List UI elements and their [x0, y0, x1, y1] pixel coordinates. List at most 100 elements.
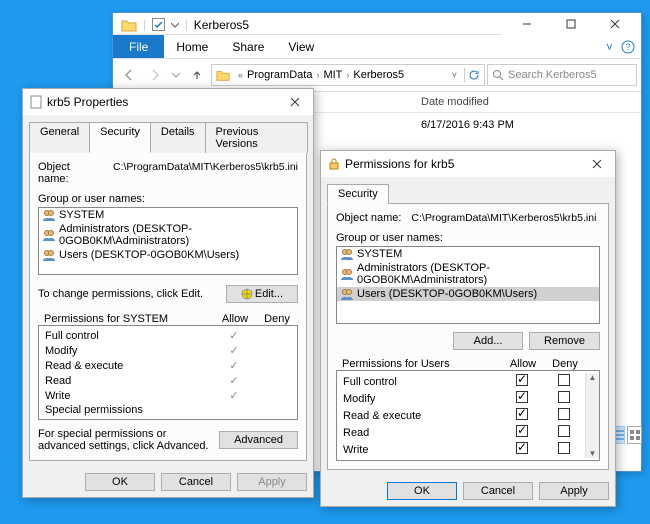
perm-row: Read✓ [39, 373, 297, 388]
breadcrumb[interactable]: « ProgramData› MIT› Kerberos5 ˅ [211, 64, 485, 86]
col-date[interactable]: Date modified [413, 92, 498, 112]
tab-security[interactable]: Security [327, 184, 389, 204]
dropdown-icon[interactable] [171, 21, 179, 29]
view-large-icon[interactable] [627, 426, 642, 444]
allow-header: Allow [502, 358, 544, 370]
ribbon-share[interactable]: Share [220, 36, 276, 58]
close-button[interactable] [593, 10, 637, 38]
ribbon-expand-icon[interactable]: ˅ [598, 40, 621, 54]
deny-checkbox[interactable] [558, 442, 570, 454]
perm-row: Read [337, 424, 585, 441]
add-button[interactable]: Add... [453, 332, 523, 350]
edit-button[interactable]: Edit... [226, 285, 298, 303]
perm-label: Permissions for SYSTEM [38, 313, 214, 325]
group-list[interactable]: SYSTEM Administrators (DESKTOP-0GOB0KM\A… [336, 246, 600, 324]
object-name-label: Object name: [336, 212, 401, 224]
tab-security[interactable]: Security [89, 122, 151, 153]
checkbox-icon[interactable] [152, 18, 165, 31]
breadcrumb-chevron[interactable]: « [234, 70, 247, 80]
perm-row: Read & execute✓ [39, 358, 297, 373]
shield-icon [241, 288, 253, 300]
ribbon-home[interactable]: Home [164, 36, 220, 58]
apply-button[interactable]: Apply [539, 482, 609, 500]
breadcrumb-seg[interactable]: MIT [323, 69, 342, 81]
explorer-title: Kerberos5 [194, 18, 249, 32]
close-button[interactable] [585, 152, 609, 176]
breadcrumb-icon [216, 68, 230, 82]
allow-header: Allow [214, 313, 256, 325]
perm-row: Modify [337, 390, 585, 407]
ribbon-file[interactable]: File [113, 35, 164, 58]
breadcrumb-seg[interactable]: Kerberos5 [353, 69, 404, 81]
breadcrumb-dropdown-icon[interactable]: ˅ [448, 70, 461, 80]
tab-general[interactable]: General [29, 122, 90, 153]
cancel-button[interactable]: Cancel [161, 473, 231, 491]
lock-icon [327, 157, 341, 171]
svg-text:?: ? [625, 42, 630, 52]
security-pane: Object name: C:\ProgramData\MIT\Kerberos… [29, 152, 307, 461]
maximize-button[interactable] [549, 10, 593, 38]
tab-details[interactable]: Details [150, 122, 206, 153]
group-item[interactable]: SYSTEM [337, 247, 599, 261]
refresh-icon[interactable] [468, 69, 480, 81]
tab-previous-versions[interactable]: Previous Versions [205, 122, 308, 153]
allow-checkbox[interactable] [516, 408, 528, 420]
scrollbar[interactable]: ▲▼ [585, 373, 599, 458]
group-item-selected[interactable]: Users (DESKTOP-0GOB0KM\Users) [337, 287, 599, 301]
allow-checkbox[interactable] [516, 374, 528, 386]
close-button[interactable] [283, 90, 307, 114]
scroll-down-icon[interactable]: ▼ [589, 449, 597, 458]
deny-checkbox[interactable] [558, 374, 570, 386]
folder-icon [121, 18, 137, 32]
nav-forward[interactable] [143, 63, 167, 87]
nav-recent[interactable] [169, 63, 183, 87]
allow-check-icon: ✓ [213, 359, 255, 372]
perm-row: Write [337, 441, 585, 458]
permissions-dialog: Permissions for krb5 Security Object nam… [320, 150, 616, 507]
ribbon: File Home Share View ˅ ? [113, 35, 641, 59]
search-box[interactable]: Search Kerberos5 [487, 64, 637, 86]
advanced-button[interactable]: Advanced [219, 431, 298, 449]
users-icon [340, 288, 354, 300]
dialog-buttons: OK Cancel Apply [321, 476, 615, 506]
scroll-up-icon[interactable]: ▲ [589, 373, 597, 382]
permissions-pane: Object name: C:\ProgramData\MIT\Kerberos… [327, 203, 609, 470]
minimize-button[interactable] [505, 10, 549, 38]
help-icon[interactable]: ? [621, 40, 635, 54]
users-icon [42, 249, 56, 261]
perm-row: Read & execute [337, 407, 585, 424]
cancel-button[interactable]: Cancel [463, 482, 533, 500]
search-icon [492, 69, 504, 81]
group-label: Group or user names: [38, 193, 298, 205]
allow-check-icon: ✓ [213, 329, 255, 342]
deny-checkbox[interactable] [558, 391, 570, 403]
apply-button[interactable]: Apply [237, 473, 307, 491]
group-item: Users (DESKTOP-0GOB0KM\Users) [39, 248, 297, 262]
permissions-tabs: Security [321, 177, 615, 203]
permissions-title: Permissions for krb5 [341, 157, 585, 171]
nav-up[interactable] [185, 63, 209, 87]
deny-checkbox[interactable] [558, 408, 570, 420]
perm-grid: Permissions for UsersAllowDeny Full cont… [336, 358, 600, 461]
perm-row: Full control✓ [39, 328, 297, 343]
ok-button[interactable]: OK [85, 473, 155, 491]
nav-back[interactable] [117, 63, 141, 87]
qat-divider: | [143, 19, 146, 31]
perm-row: Write✓ [39, 388, 297, 403]
group-list[interactable]: SYSTEM Administrators (DESKTOP-0GOB0KM\A… [38, 207, 298, 275]
breadcrumb-seg[interactable]: ProgramData [247, 69, 312, 81]
group-item[interactable]: Administrators (DESKTOP-0GOB0KM\Administ… [337, 261, 599, 287]
group-label: Group or user names: [336, 232, 600, 244]
allow-checkbox[interactable] [516, 425, 528, 437]
remove-button[interactable]: Remove [529, 332, 600, 350]
deny-header: Deny [256, 313, 298, 325]
perm-row: Special permissions [39, 403, 297, 417]
ribbon-view[interactable]: View [276, 36, 326, 58]
ok-button[interactable]: OK [387, 482, 457, 500]
perm-label: Permissions for Users [336, 358, 502, 370]
group-item: Administrators (DESKTOP-0GOB0KM\Administ… [39, 222, 297, 248]
deny-checkbox[interactable] [558, 425, 570, 437]
allow-checkbox[interactable] [516, 442, 528, 454]
search-placeholder: Search Kerberos5 [508, 69, 597, 81]
allow-checkbox[interactable] [516, 391, 528, 403]
